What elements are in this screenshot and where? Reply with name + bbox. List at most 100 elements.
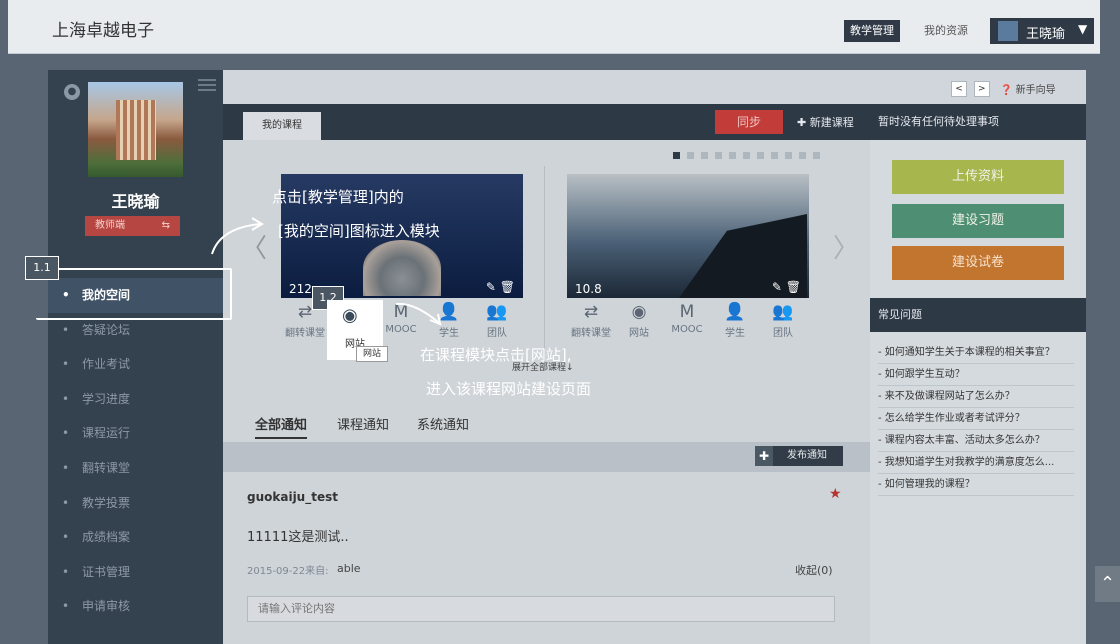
sidebar-item-vote[interactable]: 教学投票	[48, 486, 223, 521]
flipped-icon: ⇄	[583, 302, 599, 322]
chevron-down-icon: ▼	[1078, 22, 1088, 36]
faq-item[interactable]: - 如何通知学生关于本课程的相关事宜？	[878, 342, 1074, 364]
student-action[interactable]: 👤 学生	[711, 302, 759, 339]
course-number: 10.8	[575, 282, 602, 296]
globe-icon: ◉	[631, 302, 647, 322]
sidebar: ● 王晓瑜 教师端 ⇆ 我的空间 答疑论坛 作业考试 学习进度 课程运行 翻转课…	[48, 70, 223, 644]
faq-list: - 如何通知学生关于本课程的相关事宜？ - 如何跟学生互动？ - 来不及做课程网…	[878, 342, 1074, 496]
action-label: 团队	[487, 328, 507, 339]
sidebar-item-homework[interactable]: 作业考试	[48, 347, 223, 382]
tab-my-courses[interactable]: 我的课程	[243, 112, 321, 140]
menu-icon[interactable]	[198, 76, 216, 94]
faq-item[interactable]: - 如何跟学生互动？	[878, 364, 1074, 386]
faq-header: 常见问题	[870, 298, 1086, 332]
user-menu[interactable]: 王晓瑜 ▼	[990, 18, 1094, 44]
carousel-dot[interactable]	[715, 152, 722, 159]
build-exam-button[interactable]: 建设试卷	[892, 246, 1064, 280]
role-label: 教师端	[95, 220, 125, 231]
carousel-right-icon[interactable]: 〉	[833, 228, 859, 265]
tooltip: 网站	[356, 346, 388, 362]
course-card[interactable]: 10.8 ✎ 🗑 ⇄ 翻转课堂 ◉ 网站 M MOOC 👤 学生 👥 团队	[567, 174, 809, 356]
sidebar-item-progress[interactable]: 学习进度	[48, 382, 223, 417]
flipped-class-action[interactable]: ⇄ 翻转课堂	[567, 302, 615, 339]
collapse-comments[interactable]: 收起(0)	[795, 562, 833, 578]
trash-icon[interactable]: 🗑	[500, 280, 515, 294]
sidebar-item-course-run[interactable]: 课程运行	[48, 416, 223, 451]
user-icon[interactable]: ●	[64, 84, 80, 100]
carousel-dot[interactable]	[799, 152, 806, 159]
team-action[interactable]: 👥 团队	[759, 302, 807, 339]
build-exercises-button[interactable]: 建设习题	[892, 204, 1064, 238]
faq-item[interactable]: - 课程内容太丰富、活动太多怎么办？	[878, 430, 1074, 452]
nav-teaching-management[interactable]: 教学管理	[844, 20, 900, 42]
action-label: 学生	[725, 328, 745, 339]
sidebar-item-certificates[interactable]: 证书管理	[48, 555, 223, 590]
tab-course-notices[interactable]: 课程通知	[337, 414, 389, 433]
curved-arrow-icon	[395, 302, 442, 326]
sidebar-item-grades[interactable]: 成绩档案	[48, 520, 223, 555]
carousel-dot[interactable]	[673, 152, 680, 159]
carousel-dot[interactable]	[771, 152, 778, 159]
plus-icon: ✚	[797, 116, 807, 129]
sidebar-item-review[interactable]: 申请审核	[48, 589, 223, 624]
carousel-dot[interactable]	[729, 152, 736, 159]
brand-title: 上海卓越电子	[52, 21, 154, 41]
course-number: 212	[289, 282, 312, 296]
instruction-text: 在课程模块点击[网站],	[420, 346, 572, 364]
post-notice-button[interactable]: ✚ 发布通知	[755, 446, 843, 466]
guide-link[interactable]: ❓ 新手向导	[1000, 81, 1056, 96]
faq-item[interactable]: - 如何管理我的课程？	[878, 474, 1074, 496]
upload-materials-button[interactable]: 上传资料	[892, 160, 1064, 194]
post-notice-label: 发布通知	[787, 450, 827, 461]
instruction-text: [我的空间]图标进入模块	[278, 222, 440, 240]
card-divider	[544, 166, 545, 366]
role-switch-button[interactable]: 教师端 ⇆	[85, 216, 180, 236]
mooc-icon: M	[679, 302, 695, 322]
carousel-dot[interactable]	[687, 152, 694, 159]
notice-source[interactable]: able	[337, 562, 361, 575]
action-label: 翻转课堂	[285, 328, 325, 339]
avatar	[998, 21, 1018, 41]
tab-all-notices[interactable]: 全部通知	[255, 414, 308, 439]
trash-icon[interactable]: 🗑	[786, 280, 801, 294]
faq-item[interactable]: - 我想知道学生对我教学的满意度怎么...	[878, 452, 1074, 474]
notice-body: 11111这是测试..	[247, 530, 349, 545]
sync-button[interactable]: 同步	[715, 110, 783, 134]
student-icon: 👤	[724, 302, 746, 322]
team-action[interactable]: 👥 团队	[473, 302, 521, 339]
team-icon: 👥	[486, 302, 508, 322]
new-course-button[interactable]: ✚ 新建课程	[797, 114, 854, 130]
action-label: 团队	[773, 328, 793, 339]
notice-tabs: 全部通知 课程通知 系统通知	[247, 414, 847, 439]
carousel-dot[interactable]	[757, 152, 764, 159]
instruction-text: 进入该课程网站建设页面	[426, 380, 592, 398]
website-action[interactable]: ◉ 网站	[615, 302, 663, 339]
profile-name: 王晓瑜	[111, 192, 160, 211]
plus-icon: ✚	[755, 446, 773, 466]
team-icon: 👥	[772, 302, 794, 322]
faq-item[interactable]: - 来不及做课程网站了怎么办？	[878, 386, 1074, 408]
star-icon[interactable]: ★	[829, 486, 842, 502]
card-tools: ✎ 🗑	[486, 280, 515, 294]
carousel-dot[interactable]	[813, 152, 820, 159]
carousel-dot[interactable]	[785, 152, 792, 159]
new-course-label: 新建课程	[809, 116, 854, 129]
step-marker: 1.1	[25, 256, 59, 280]
carousel-dot[interactable]	[701, 152, 708, 159]
faq-item[interactable]: - 怎么给学生作业或者考试评分？	[878, 408, 1074, 430]
mooc-action[interactable]: M MOOC	[663, 302, 711, 335]
card-tools: ✎ 🗑	[772, 280, 801, 294]
tab-system-notices[interactable]: 系统通知	[417, 414, 469, 433]
notice-author[interactable]: guokaiju_test	[247, 490, 338, 504]
comment-input[interactable]	[247, 596, 835, 622]
carousel-dot[interactable]	[743, 152, 750, 159]
carousel-dots	[673, 148, 827, 162]
prev-button[interactable]: <	[951, 81, 967, 97]
edit-icon[interactable]: ✎	[486, 280, 496, 294]
next-button[interactable]: >	[973, 81, 990, 97]
profile-photo	[88, 82, 183, 177]
chevron-up-icon[interactable]: ⌃	[1095, 566, 1120, 602]
nav-my-resources[interactable]: 我的资源	[918, 20, 974, 42]
sidebar-item-flipped[interactable]: 翻转课堂	[48, 451, 223, 486]
edit-icon[interactable]: ✎	[772, 280, 782, 294]
